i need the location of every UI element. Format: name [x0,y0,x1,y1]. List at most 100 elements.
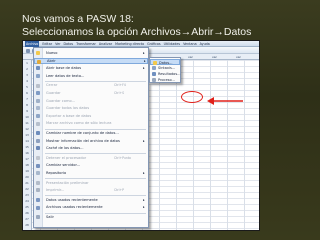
menu-item-cambiar-nombre-de-conjunto-de-datos[interactable]: Cambiar nombre de conjunto de datos... [34,130,148,136]
recent-data-icon [36,197,40,202]
menu-item-guardar-todos-los-datos[interactable]: Guardar todos los datos [34,105,148,111]
menubar-item[interactable]: Transformar [76,41,96,47]
submenu-item-datos[interactable]: Datos... [150,58,180,65]
menu-item-salir[interactable]: Salir [34,214,148,220]
annotation-arrow-icon [207,97,243,105]
print-icon [36,188,40,193]
menu-item-detener-el-procesador[interactable]: Detener el procesador Ctrl+Punto [34,155,148,161]
save-as-icon [36,98,40,103]
new-icon [36,51,40,56]
info-icon [36,138,40,143]
column-header[interactable]: var [188,54,193,60]
open-submenu: Datos... Sintaxis... Resultados... Proceso.… [149,57,181,83]
exit-icon [36,215,40,220]
submenu-arrow-icon: ▸ [143,205,145,210]
menu-item-label: Detener el procesador [46,155,87,160]
menu-item-shortcut: Ctrl+S [114,90,125,95]
output-icon [152,71,156,76]
menu-item-label: Caché de los datos... [46,146,84,151]
menu-item-cambiar-servidor[interactable]: Cambiar servidor... [34,162,148,168]
menu-item-label: Exportar a base de datos [46,113,92,118]
open-icon[interactable] [26,48,30,53]
menu-item-label: Datos usados recientemente [46,197,98,202]
submenu-item-sintaxis[interactable]: Sintaxis... [150,65,180,71]
menubar-item[interactable]: Utilidades [164,41,180,47]
text-data-icon [36,73,40,78]
menu-item-label: Guardar [46,90,61,95]
cache-icon [36,146,40,151]
submenu-item-resultados[interactable]: Resultados... [150,71,180,77]
menubar-item[interactable]: Marketing directo [115,41,144,47]
preview-icon [36,180,40,185]
menu-item-label: Mostrar información del archivo de datos [46,138,120,143]
menu-item-exportar-a-base-de-datos[interactable]: Exportar a base de datos [34,113,148,119]
menu-item-cerrar[interactable]: Cerrar Ctrl+F4 [34,82,148,88]
repository-icon [36,171,40,176]
submenu-item-label: Sintaxis... [158,65,176,70]
menubar-item[interactable]: Gráficos [147,41,161,47]
pasw-screenshot: Archivo Editar Ver Datos Transformar Analizar… [22,40,260,231]
menu-item-label: Cambiar nombre de conjunto de datos... [46,130,119,135]
open-icon [37,59,41,64]
menu-item-label: Presentación preliminar [46,180,89,185]
database-icon [36,66,40,71]
menu-item-label: Leer datos de texto... [46,73,85,78]
menu-item-caché-de-los-datos[interactable]: Caché de los datos... [34,145,148,151]
menu-item-marcar-archivo-como-de-sólo-lectura[interactable]: Marcar archivo como de sólo lectura [34,120,148,126]
menu-item-label: Repositorio [46,170,67,175]
menu-item-label: Cambiar servidor... [46,163,81,168]
annotation-ellipse [181,91,203,103]
row-number[interactable]: 28 [23,222,31,228]
menubar-item[interactable]: Archivo [25,41,40,47]
submenu-arrow-icon: ▸ [143,66,145,71]
rename-icon [36,131,40,136]
menu-item-mostrar-información-del-archivo-de-datos[interactable]: Mostrar información del archivo de datos… [34,138,148,144]
script-icon [152,78,156,83]
file-menu: Nuevo ▸ Abrir ▸ Abrir base de datos ▸ Leer dat… [33,47,149,228]
submenu-arrow-icon: ▸ [143,170,145,175]
menubar-item[interactable]: Datos [63,41,73,47]
menu-item-repositorio[interactable]: Repositorio ▸ [34,170,148,176]
menu-item-datos-usados-recientemente[interactable]: Datos usados recientemente ▸ [34,197,148,203]
menu-item-abrir[interactable]: Abrir ▸ [34,57,148,64]
submenu-arrow-icon: ▸ [143,197,145,202]
menu-item-leer-datos-de-texto[interactable]: Leer datos de texto... [34,73,148,79]
menubar-item[interactable]: Analizar [99,41,112,47]
column-header[interactable]: var [212,54,217,60]
menu-item-archivos-usados-recientemente[interactable]: Archivos usados recientemente ▸ [34,204,148,210]
slide-title: Nos vamos a PASW 18: Seleccionamos la op… [22,13,282,39]
menubar-item[interactable]: Ayuda [200,41,210,47]
menu-item-imprimir[interactable]: Imprimir... Ctrl+P [34,187,148,193]
menu-item-label: Cerrar [46,83,58,88]
submenu-item-proceso[interactable]: Proceso... [150,77,180,83]
menu-item-presentación-preliminar[interactable]: Presentación preliminar [34,180,148,186]
row-numbers: 1 2 3 4 5 6 7 8 9 10 11 12 13 14 15 16 17 18 19 20 21 22 23 24 2… [23,60,32,230]
menu-item-shortcut: Ctrl+P [114,188,124,193]
menu-item-label: Guardar como... [46,98,76,103]
menubar-item[interactable]: Ventana [183,41,197,47]
menu-item-guardar[interactable]: Guardar Ctrl+S [34,90,148,96]
menu-item-shortcut: Ctrl+Punto [114,155,131,160]
menubar-item[interactable]: Editar [42,41,52,47]
submenu-arrow-icon: ▸ [143,50,145,55]
menu-item-guardar-como[interactable]: Guardar como... [34,98,148,104]
menu-item-abrir-base-de-datos[interactable]: Abrir base de datos ▸ [34,65,148,71]
recent-files-icon [36,205,40,210]
save-all-icon [36,106,40,111]
stop-icon [36,155,40,160]
save-icon [36,91,40,96]
slide-title-line1: Nos vamos a PASW 18: [22,13,134,25]
menu-item-nuevo[interactable]: Nuevo ▸ [34,50,148,56]
column-header[interactable]: var [236,54,241,60]
menu-item-label: Marcar archivo como de sólo lectura [46,121,112,126]
submenu-arrow-icon: ▸ [143,138,145,143]
menu-item-label: Nuevo [46,50,58,55]
slide-title-line2: Seleccionamos la opción Archivos→Abrir→D… [22,26,252,38]
menu-item-label: Imprimir... [46,188,65,193]
menu-item-label: Abrir [47,58,56,63]
server-icon [36,163,40,168]
submenu-item-label: Resultados... [158,71,181,76]
menu-item-label: Guardar todos los datos [46,106,90,111]
export-icon [36,113,40,118]
menubar-item[interactable]: Ver [55,41,60,47]
